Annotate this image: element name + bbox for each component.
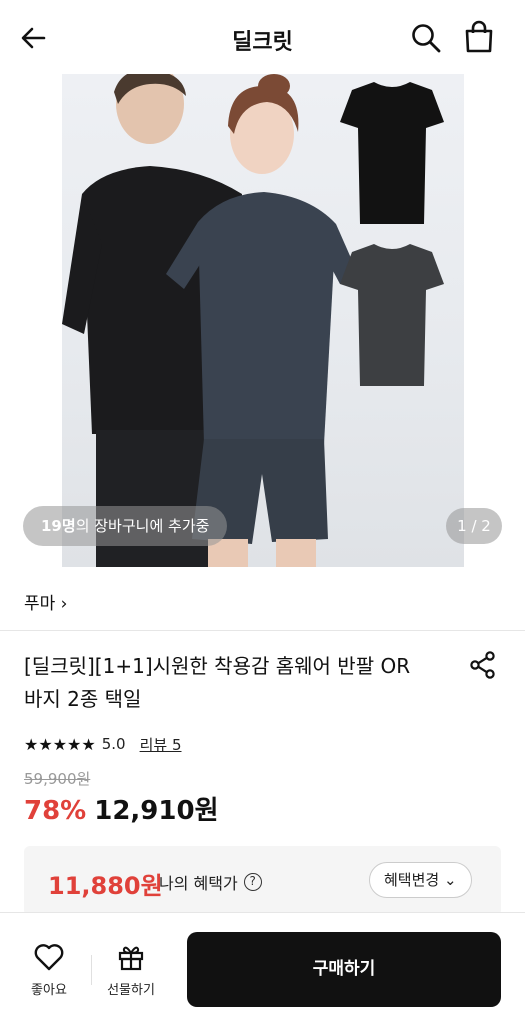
- brand-link[interactable]: 푸마 ›: [24, 589, 67, 614]
- page-title: 딜크릿: [232, 30, 293, 55]
- like-label: 좋아요: [31, 983, 67, 998]
- heart-icon: [34, 944, 64, 971]
- like-button[interactable]: 좋아요: [19, 943, 79, 998]
- share-icon[interactable]: [468, 650, 498, 680]
- buy-button[interactable]: 구매하기: [187, 932, 501, 1007]
- gift-icon: [118, 946, 144, 971]
- gift-label: 선물하기: [107, 983, 155, 998]
- rating-row: ★★★★★ 5.0 리뷰 5: [24, 733, 182, 755]
- original-price: 59,900원: [24, 770, 91, 788]
- rating-score: 5.0: [101, 735, 126, 753]
- price-row: 78% 12,910원: [24, 790, 219, 827]
- divider: [91, 955, 92, 985]
- benefit-label-text: 나의 혜택가: [159, 874, 238, 893]
- cart-count: 19명: [41, 517, 76, 535]
- discount-rate: 78%: [24, 796, 87, 826]
- benefit-label: 나의 혜택가 ?: [159, 870, 262, 894]
- top-header: 딜크릿: [0, 0, 525, 74]
- benefit-price: 11,880원: [48, 872, 163, 900]
- sale-price: 12,910원: [94, 796, 219, 826]
- gift-button[interactable]: 선물하기: [101, 943, 161, 998]
- image-pager: 1 / 2: [446, 508, 502, 544]
- benefit-price-box: 11,880원 나의 혜택가 ? 혜택변경 ⌄: [24, 846, 501, 916]
- cart-text: 의 장바구니에 추가중: [75, 517, 210, 535]
- shopping-bag-icon[interactable]: [463, 20, 495, 54]
- product-image-carousel[interactable]: 19명의 장바구니에 추가중 1 / 2: [0, 74, 525, 567]
- search-icon[interactable]: [410, 22, 442, 54]
- bottom-action-bar: 좋아요 선물하기 구매하기: [0, 912, 525, 1024]
- change-benefit-button[interactable]: 혜택변경 ⌄: [369, 862, 472, 898]
- help-icon[interactable]: ?: [243, 873, 262, 891]
- cart-adding-badge: 19명의 장바구니에 추가중: [23, 506, 228, 546]
- star-rating-icon: ★★★★★: [24, 734, 96, 754]
- product-title: [딜크릿][1+1]시원한 착용감 홈웨어 반팔 OR 바지 2종 택일: [24, 654, 411, 711]
- product-photo-illustration: [62, 74, 444, 567]
- brand-row[interactable]: 푸마 ›: [0, 567, 525, 631]
- product-photo: [62, 74, 464, 567]
- review-link[interactable]: 리뷰 5: [140, 734, 182, 755]
